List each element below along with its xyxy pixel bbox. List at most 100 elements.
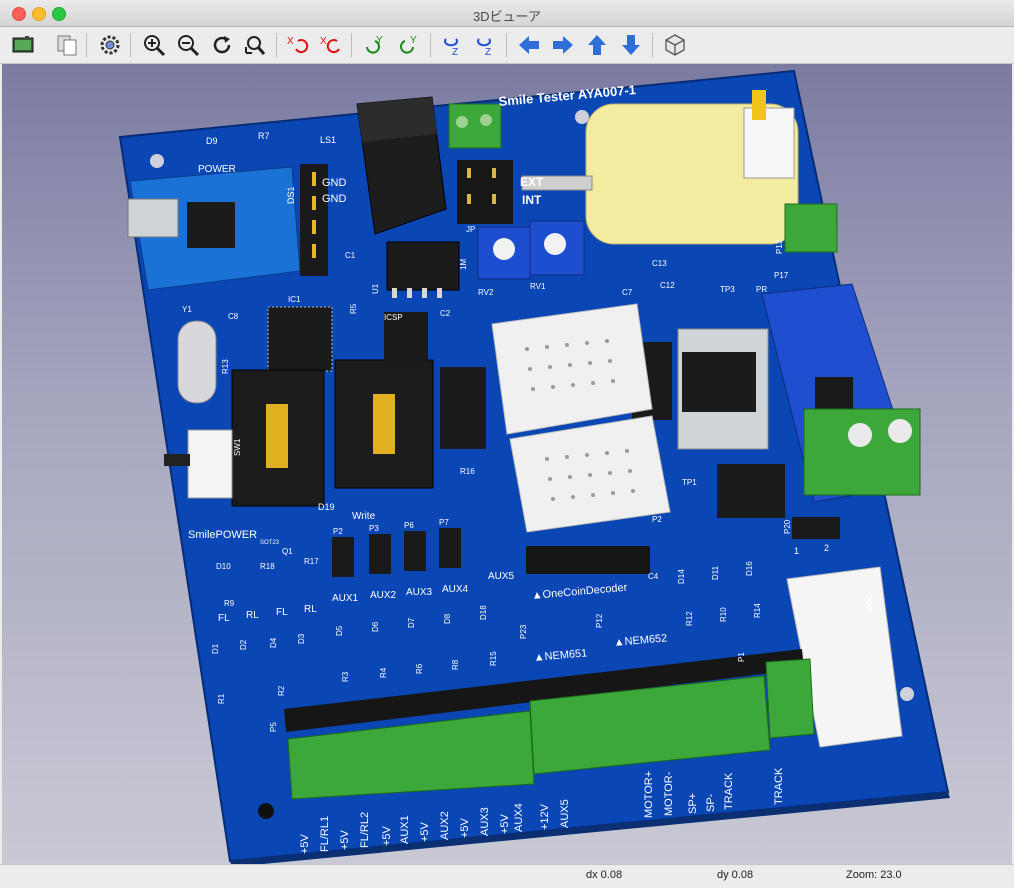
ic-u1 <box>386 241 460 291</box>
terminal-label: MOTOR+ <box>643 771 655 818</box>
label-d11: D11 <box>711 565 720 580</box>
label-p13: P13 <box>775 239 784 254</box>
label-r3: R3 <box>341 671 350 682</box>
label-pr: PR <box>756 285 767 294</box>
label-int: INT <box>522 193 542 207</box>
move-right-button[interactable] <box>548 30 578 60</box>
terminal-label: +12V <box>539 803 551 830</box>
terminal-label: AUX3 <box>479 807 491 836</box>
label-d18: D18 <box>479 605 488 620</box>
rotate-x-ccw-icon: X <box>320 36 340 54</box>
rotate-z-ccw-button[interactable]: Z <box>470 30 500 60</box>
mounting-hole <box>575 110 589 124</box>
terminal-block-p13 <box>784 203 838 253</box>
terminal-label: +5V <box>499 813 511 834</box>
label-u1: U1 <box>371 283 380 294</box>
jumper-ext-int <box>457 160 513 224</box>
label-p12: P12 <box>595 613 604 628</box>
label-dcc: DCC <box>864 592 874 612</box>
label-d4: D4 <box>269 637 278 648</box>
label-ic1: IC1 <box>288 295 301 304</box>
zoom-fit-button[interactable] <box>240 30 270 60</box>
rotate-z-ccw-icon: Z <box>477 38 491 57</box>
terminal-label: +5V <box>381 825 393 846</box>
label-gnd1: GND <box>322 177 347 189</box>
terminal-label: MOTOR- <box>663 771 675 816</box>
label-d6: D6 <box>371 621 380 632</box>
rotate-y-ccw-icon: Y <box>400 35 417 54</box>
label-d16: D16 <box>745 561 754 576</box>
label-fl1: FL <box>218 613 230 624</box>
move-up-button[interactable] <box>582 30 612 60</box>
label-p17: P17 <box>774 271 789 280</box>
render-raytrace-button[interactable] <box>8 30 38 60</box>
label-c8: C8 <box>228 312 239 321</box>
3d-viewport[interactable]: Smile Tester AYA007-1 POWER D9 R7 LS1 DS… <box>2 64 1012 864</box>
zoom-out-button[interactable] <box>173 30 203 60</box>
zoom-in-icon <box>144 35 166 57</box>
label-rl2: RL <box>304 604 317 615</box>
label-jp: JP <box>466 225 475 234</box>
terminal-label: FL/RL1 <box>319 816 331 852</box>
terminal-label: +5V <box>299 833 311 854</box>
rotate-y-ccw-button[interactable]: Y <box>394 30 424 60</box>
label-r15: R15 <box>489 651 498 666</box>
label-r17: R17 <box>304 557 319 566</box>
label-q1: Q1 <box>282 547 293 556</box>
label-d7: D7 <box>407 617 416 628</box>
status-dy: dy 0.08 <box>717 869 754 881</box>
copy-to-clipboard-button[interactable] <box>52 30 82 60</box>
title-bar[interactable]: 3Dビューア <box>0 0 1014 27</box>
header-p6 <box>404 531 426 571</box>
zoom-out-icon <box>178 35 200 57</box>
render-raytrace-icon <box>12 36 34 53</box>
zoom-in-button[interactable] <box>139 30 169 60</box>
terminal-block-top <box>448 103 502 149</box>
label-p7: P7 <box>439 518 449 527</box>
rotate-x-ccw-button[interactable]: X <box>316 30 346 60</box>
label-ls1: LS1 <box>320 135 336 145</box>
label-c2: C2 <box>440 309 451 318</box>
label-1m: 1M <box>459 259 468 270</box>
label-p23: P23 <box>519 624 528 639</box>
label-r8: R8 <box>451 659 460 670</box>
terminal-label: AUX1 <box>399 815 411 844</box>
rotate-x-cw-button[interactable]: X <box>283 30 313 60</box>
redraw-button[interactable] <box>207 30 237 60</box>
mounting-hole <box>258 803 274 819</box>
label-rv1: RV1 <box>530 282 546 291</box>
label-d2: D2 <box>239 639 248 650</box>
label-aux2: AUX2 <box>370 590 397 601</box>
label-d5: D5 <box>335 625 344 636</box>
move-left-button[interactable] <box>514 30 544 60</box>
label-d10: D10 <box>216 562 231 571</box>
label-c12: C12 <box>660 281 675 290</box>
header-p22 <box>526 546 650 574</box>
svg-text:Y: Y <box>410 35 417 46</box>
usb-chip <box>187 202 235 248</box>
label-r7: R7 <box>258 131 270 141</box>
move-down-button[interactable] <box>616 30 646 60</box>
label-c7: C7 <box>622 288 633 297</box>
label-d19: D19 <box>318 502 335 512</box>
label-p5: P5 <box>269 722 278 732</box>
label-r13: R13 <box>221 359 230 374</box>
rotate-z-cw-button[interactable]: Z <box>437 30 467 60</box>
move-down-icon <box>622 35 640 55</box>
label-r2: R2 <box>277 685 286 696</box>
status-dx: dx 0.08 <box>586 869 623 881</box>
label-sw1: SW1 <box>233 438 242 456</box>
label-write: Write <box>352 511 376 522</box>
label-r10: R10 <box>719 607 728 622</box>
settings-button[interactable] <box>95 30 125 60</box>
label-p2: P2 <box>333 527 343 536</box>
label-d14: D14 <box>677 569 686 584</box>
label-d8: D8 <box>443 613 452 624</box>
status-bar: dx 0.08 dy 0.08 Zoom: 23.0 <box>0 864 1014 888</box>
orthographic-toggle-button[interactable] <box>660 30 690 60</box>
header-p7 <box>439 528 461 568</box>
rotate-y-cw-button[interactable]: Y <box>360 30 390 60</box>
label-r18: R18 <box>260 562 275 571</box>
label-fl2: FL <box>276 607 288 618</box>
toolbar-separator <box>506 33 507 57</box>
